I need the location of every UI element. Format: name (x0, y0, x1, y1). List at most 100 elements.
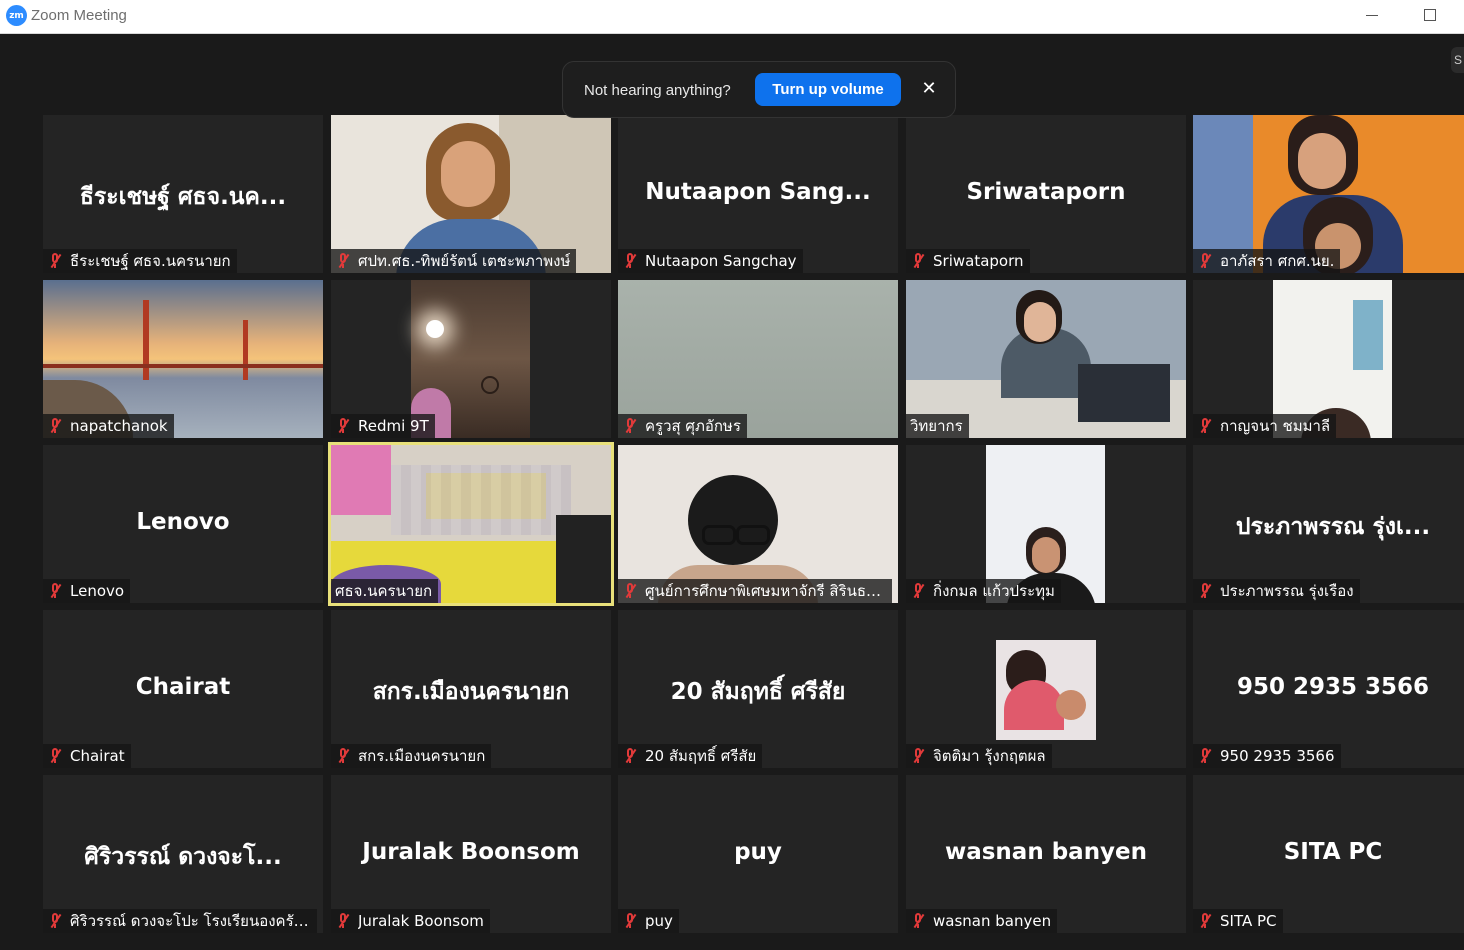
muted-mic-icon (47, 417, 63, 435)
turn-up-volume-button[interactable]: Turn up volume (755, 73, 901, 106)
muted-mic-icon (910, 747, 926, 765)
participant-tile[interactable]: กิ่งกมล แก้วประทุม (906, 445, 1186, 603)
participant-tile[interactable]: puy puy (618, 775, 898, 933)
participant-tile[interactable]: Nutaapon Sang... Nutaapon Sangchay (618, 115, 898, 273)
participant-name-label: สกร.เมืองนครนายก (331, 744, 492, 768)
participant-display-name: puy (734, 839, 782, 865)
participant-name: กิ่งกมล แก้วประทุม (933, 582, 1055, 600)
muted-mic-icon (47, 912, 63, 930)
participant-name-label: ธีระเชษฐ์ ศธจ.นครนายก (43, 249, 237, 273)
participant-tile[interactable]: ประภาพรรณ รุ่งเ... ประภาพรรณ รุ่งเรือง (1193, 445, 1464, 603)
participant-display-name: SITA PC (1283, 839, 1383, 865)
participant-name-label: Nutaapon Sangchay (618, 249, 803, 273)
participant-tile[interactable]: Juralak Boonsom Juralak Boonsom (331, 775, 611, 933)
participant-display-name: Nutaapon Sang... (645, 179, 871, 205)
participant-tile[interactable]: SITA PC SITA PC (1193, 775, 1464, 933)
participant-name-label: กิ่งกมล แก้วประทุม (906, 579, 1061, 603)
participant-name-label: ศูนย์การศึกษาพิเศษมหาจักรี สิรินธรประ... (618, 579, 892, 603)
participant-name: wasnan banyen (933, 912, 1052, 930)
participant-name: puy (645, 912, 673, 930)
audio-notification-banner: Not hearing anything? Turn up volume ✕ (562, 61, 956, 118)
participant-display-name: Sriwataporn (966, 179, 1126, 205)
muted-mic-icon (1197, 747, 1213, 765)
participant-name-label: วิทยากร (906, 414, 969, 438)
participant-name: Lenovo (70, 582, 125, 600)
participant-tile[interactable]: จิตติมา รุ้งกฤตผล (906, 610, 1186, 768)
zoom-logo-icon: zm (6, 5, 27, 26)
participant-tile[interactable]: วิทยากร (906, 280, 1186, 438)
participant-name: ศิริวรรณ์ ดวงจะโปะ โรงเรียนองครักษ์ (70, 912, 311, 930)
window-title: Zoom Meeting (31, 7, 127, 24)
muted-mic-icon (1197, 582, 1213, 600)
participant-name: SITA PC (1220, 912, 1277, 930)
muted-mic-icon (47, 252, 63, 270)
muted-mic-icon (622, 582, 638, 600)
participant-display-name: ธีระเชษฐ์ ศธจ.นค... (79, 184, 287, 210)
participant-display-name: Juralak Boonsom (362, 839, 580, 865)
maximize-button[interactable] (1408, 0, 1452, 30)
participant-display-name: สกร.เมืองนครนายก (372, 679, 570, 705)
participant-tile[interactable]: Sriwataporn Sriwataporn (906, 115, 1186, 273)
participant-tile[interactable]: กาญจนา ชมมาลี (1193, 280, 1464, 438)
muted-mic-icon (910, 252, 926, 270)
participant-name: ศปท.ศธ.-ทิพย์รัตน์ เตชะพภาพงษ์ (358, 252, 571, 270)
participant-name-label: 950 2935 3566 (1193, 744, 1341, 768)
participant-name: 950 2935 3566 (1220, 747, 1335, 765)
participant-name: สกร.เมืองนครนายก (358, 747, 486, 765)
participant-tile[interactable]: Chairat Chairat (43, 610, 323, 768)
minimize-icon (1366, 14, 1378, 16)
participant-display-name: ประภาพรรณ รุ่งเ... (1235, 514, 1431, 540)
participant-name-label: ศปท.ศธ.-ทิพย์รัตน์ เตชะพภาพงษ์ (331, 249, 577, 273)
participant-name-label: Chairat (43, 744, 131, 768)
participant-name: 20 สัมฤทธิ์ ศรีสัย (645, 747, 757, 765)
participant-name-label: ศิริวรรณ์ ดวงจะโปะ โรงเรียนองครักษ์ (43, 909, 317, 933)
participant-name-label: Redmi 9T (331, 414, 435, 438)
muted-mic-icon (1197, 912, 1213, 930)
participant-tile[interactable]: Lenovo Lenovo (43, 445, 323, 603)
minimize-button[interactable] (1350, 0, 1394, 30)
participant-tile[interactable]: ศธจ.นครนายก (328, 442, 614, 606)
participant-name-label: 20 สัมฤทธิ์ ศรีสัย (618, 744, 763, 768)
participant-tile[interactable]: napatchanok (43, 280, 323, 438)
participant-display-name: 20 สัมฤทธิ์ ศรีสัย (670, 679, 846, 705)
participant-name: ครูวสุ ศุภอักษร (645, 417, 741, 435)
close-icon[interactable]: ✕ (919, 77, 939, 101)
participant-tile[interactable]: Redmi 9T (331, 280, 611, 438)
participant-tile[interactable]: ศปท.ศธ.-ทิพย์รัตน์ เตชะพภาพงษ์ (331, 115, 611, 273)
participant-name-label: napatchanok (43, 414, 174, 438)
participant-name-label: กาญจนา ชมมาลี (1193, 414, 1337, 438)
title-bar: zm Zoom Meeting (0, 0, 1464, 34)
participant-tile[interactable]: ศูนย์การศึกษาพิเศษมหาจักรี สิรินธรประ... (618, 445, 898, 603)
participant-tile[interactable]: ธีระเชษฐ์ ศธจ.นค... ธีระเชษฐ์ ศธจ.นครนายก (43, 115, 323, 273)
participant-name: กาญจนา ชมมาลี (1220, 417, 1331, 435)
muted-mic-icon (335, 747, 351, 765)
participant-display-name: ศิริวรรณ์ ดวงจะโ... (84, 844, 282, 870)
participant-name: ธีระเชษฐ์ ศธจ.นครนายก (70, 252, 231, 270)
participant-display-name: Lenovo (136, 509, 230, 535)
participant-name: ศูนย์การศึกษาพิเศษมหาจักรี สิรินธรประ... (645, 582, 886, 600)
participant-tile[interactable]: wasnan banyen wasnan banyen (906, 775, 1186, 933)
side-panel-tab[interactable]: S (1451, 47, 1464, 73)
participant-name: จิตติมา รุ้งกฤตผล (933, 747, 1046, 765)
maximize-icon (1424, 9, 1436, 21)
participant-tile[interactable]: อาภัสรา ศกศ.นย. (1193, 115, 1464, 273)
participant-name: ศธจ.นครนายก (335, 582, 433, 600)
muted-mic-icon (622, 252, 638, 270)
participant-tile[interactable]: 20 สัมฤทธิ์ ศรีสัย 20 สัมฤทธิ์ ศรีสัย (618, 610, 898, 768)
muted-mic-icon (910, 912, 926, 930)
participant-name-label: wasnan banyen (906, 909, 1058, 933)
participant-tile[interactable]: ศิริวรรณ์ ดวงจะโ... ศิริวรรณ์ ดวงจะโปะ โร… (43, 775, 323, 933)
participant-name-label: Sriwataporn (906, 249, 1030, 273)
participant-name: วิทยากร (910, 417, 963, 435)
muted-mic-icon (335, 417, 351, 435)
participant-display-name: 950 2935 3566 (1236, 674, 1430, 700)
participant-tile[interactable]: 950 2935 3566 950 2935 3566 (1193, 610, 1464, 768)
muted-mic-icon (622, 417, 638, 435)
participant-name: ประภาพรรณ รุ่งเรือง (1220, 582, 1354, 600)
muted-mic-icon (1197, 417, 1213, 435)
participant-tile[interactable]: สกร.เมืองนครนายก สกร.เมืองนครนายก (331, 610, 611, 768)
participant-name-label: Lenovo (43, 579, 131, 603)
participant-name-label: Juralak Boonsom (331, 909, 490, 933)
muted-mic-icon (910, 582, 926, 600)
participant-tile[interactable]: ครูวสุ ศุภอักษร (618, 280, 898, 438)
